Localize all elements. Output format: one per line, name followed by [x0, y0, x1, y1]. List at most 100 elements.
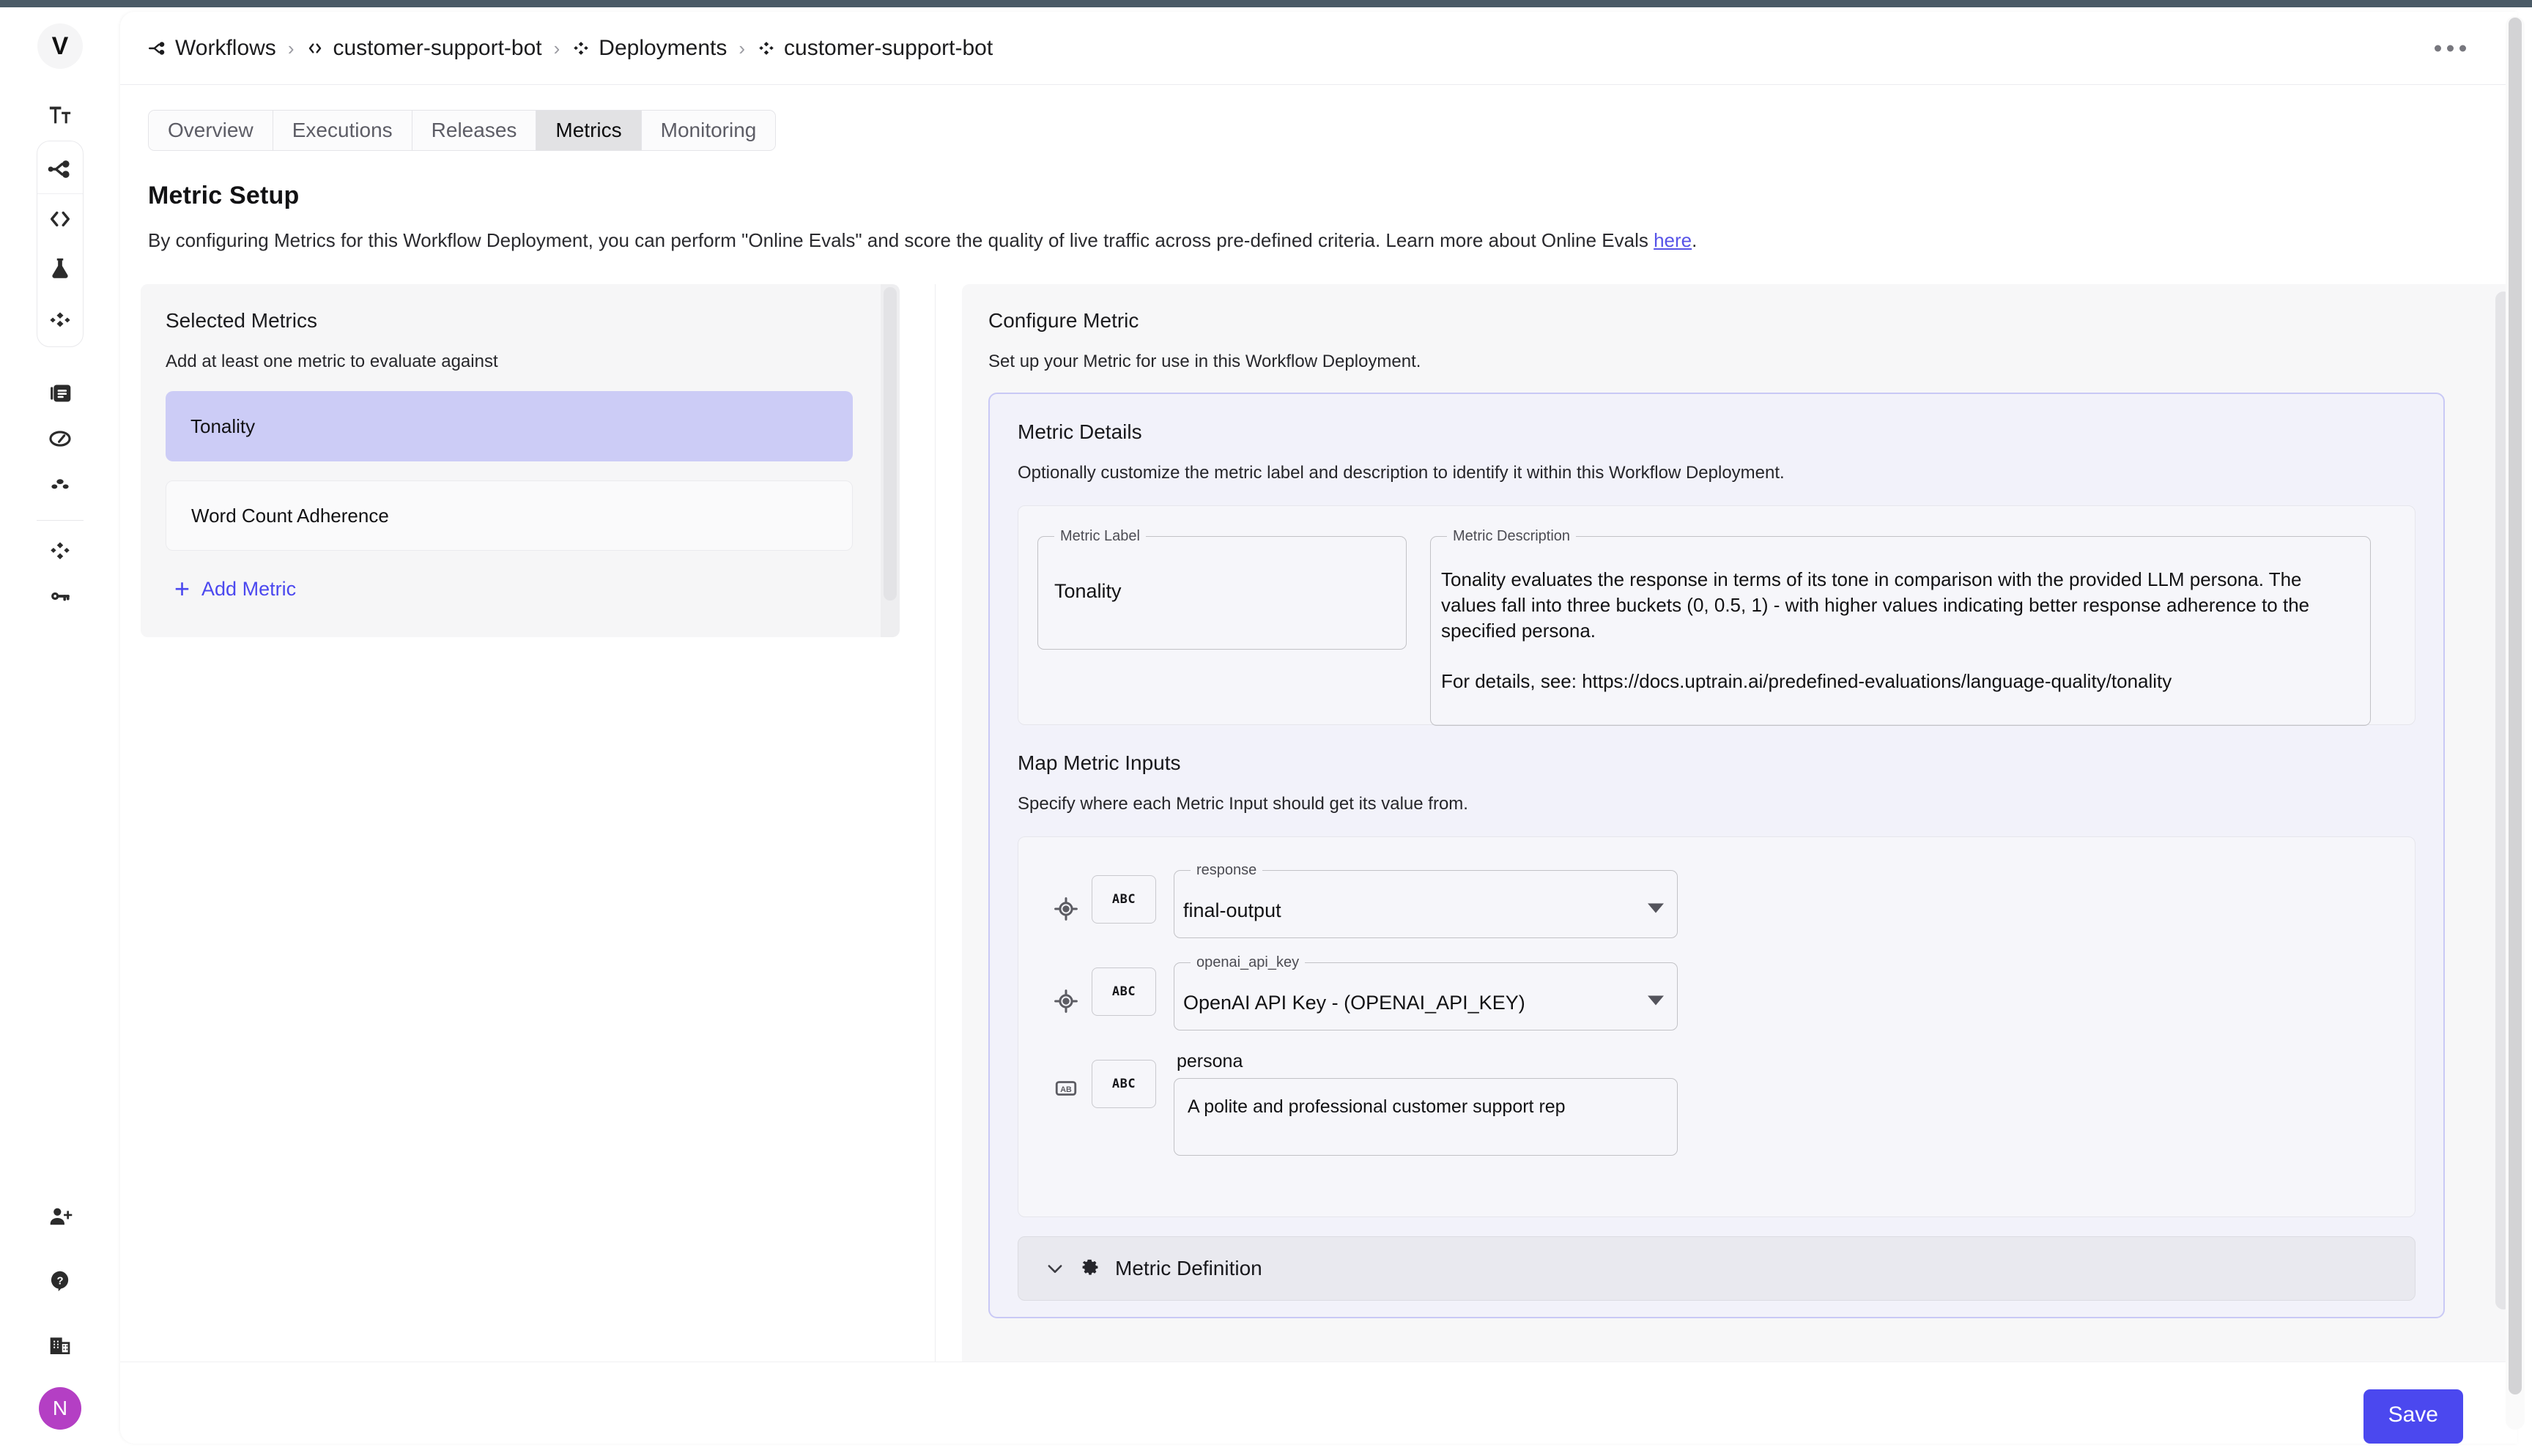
breadcrumb-separator: ›: [554, 39, 560, 58]
add-user-icon[interactable]: [37, 1194, 83, 1239]
selected-metrics-panel: Selected Metrics Add at least one metric…: [141, 284, 881, 637]
metric-list-item-tonality[interactable]: Tonality: [166, 391, 853, 461]
save-button[interactable]: Save: [2363, 1389, 2463, 1444]
page-scrollbar-thumb[interactable]: [2509, 18, 2522, 1394]
code-icon[interactable]: [37, 194, 83, 244]
selected-metrics-subtitle: Add at least one metric to evaluate agai…: [166, 352, 853, 372]
tab-monitoring[interactable]: Monitoring: [642, 111, 776, 150]
rail-workflow-group: [37, 141, 84, 347]
overflow-menu-icon[interactable]: [2435, 45, 2466, 51]
target-icon: [1040, 954, 1092, 1014]
breadcrumb-item-deployment-name[interactable]: customer-support-bot: [757, 36, 993, 61]
metric-details-section: Metric Details Optionally customize the …: [990, 394, 2443, 725]
online-evals-link[interactable]: here: [1654, 229, 1692, 251]
nodes-icon[interactable]: [37, 461, 83, 507]
configure-metric-subtitle: Set up your Metric for use in this Workf…: [988, 352, 2473, 372]
metric-details-card: Metric Label Tonality Metric Description…: [1018, 505, 2416, 725]
dot: [2447, 45, 2454, 51]
ab-icon: AB: [1040, 1047, 1092, 1101]
metric-label-legend: Metric Label: [1054, 528, 1146, 545]
deploy-icon[interactable]: [37, 528, 83, 573]
metric-details-title: Metric Details: [1018, 420, 2416, 444]
response-select[interactable]: response final-output: [1174, 862, 1678, 938]
openai-api-key-legend: openai_api_key: [1191, 954, 1305, 971]
openai-api-key-select[interactable]: openai_api_key OpenAI API Key - (OPENAI_…: [1174, 954, 1678, 1030]
organization-icon[interactable]: [37, 1323, 83, 1368]
input-type-badge: ABC: [1092, 967, 1156, 1016]
metric-description-value: Tonality evaluates the response in terms…: [1441, 567, 2357, 694]
page-description-text: By configuring Metrics for this Workflow…: [148, 229, 1654, 251]
selected-metrics-outer: Selected Metrics Add at least one metric…: [141, 284, 900, 637]
map-metric-inputs-section: Map Metric Inputs Specify where each Met…: [990, 725, 2443, 1217]
model-icon[interactable]: [37, 294, 83, 343]
dot: [2459, 45, 2466, 51]
chevron-down-icon: [1648, 904, 1664, 913]
selected-metrics-title: Selected Metrics: [166, 309, 853, 333]
metric-input-field-response: response final-output: [1174, 862, 1678, 938]
persona-textarea[interactable]: A polite and professional customer suppo…: [1174, 1078, 1678, 1156]
app-logo[interactable]: V: [37, 23, 83, 69]
breadcrumb-item-deployments[interactable]: Deployments: [571, 36, 727, 61]
target-icon: [1040, 862, 1092, 922]
selected-metrics-scrollbar[interactable]: [884, 287, 897, 601]
avatar[interactable]: N: [39, 1387, 81, 1430]
breadcrumb-item-workflows[interactable]: Workflows: [148, 36, 276, 61]
openai-api-key-value: OpenAI API Key - (OPENAI_API_KEY): [1183, 992, 1525, 1014]
add-metric-label: Add Metric: [201, 578, 296, 601]
response-legend: response: [1191, 862, 1262, 879]
breadcrumb-bar: Workflows › customer-support-bot ›: [120, 12, 2517, 85]
rail-divider: [37, 520, 84, 521]
window-title-strip: [0, 0, 2532, 7]
metric-definition-accordion[interactable]: Metric Definition: [1018, 1236, 2416, 1301]
configure-metric-title: Configure Metric: [988, 309, 2473, 333]
svg-text:?: ?: [56, 1275, 63, 1287]
metric-details-subtitle: Optionally customize the metric label an…: [1018, 463, 2416, 483]
flask-icon[interactable]: [37, 244, 83, 294]
tab-executions[interactable]: Executions: [273, 111, 412, 150]
rail-bottom-group: ? N: [0, 1194, 120, 1430]
breadcrumb-item-customer-support-bot[interactable]: customer-support-bot: [306, 36, 541, 61]
code-icon: [306, 39, 325, 58]
response-value: final-output: [1183, 899, 1281, 922]
selected-metrics-column: Selected Metrics Add at least one metric…: [120, 284, 935, 1444]
left-rail: V: [0, 7, 120, 1456]
page-description-suffix: .: [1692, 229, 1697, 251]
documents-icon[interactable]: [37, 371, 83, 416]
metric-config-box: Metric Details Optionally customize the …: [988, 393, 2445, 1318]
chevron-down-icon: [1648, 996, 1664, 1006]
page-scrollbar[interactable]: [2506, 16, 2525, 1430]
metric-inputs-card: ABC response final-output: [1018, 836, 2416, 1217]
metric-input-field-openai-api-key: openai_api_key OpenAI API Key - (OPENAI_…: [1174, 954, 1678, 1030]
help-icon[interactable]: ?: [37, 1258, 83, 1304]
breadcrumb-separator: ›: [288, 39, 295, 58]
metric-description-p2: For details, see: https://docs.uptrain.a…: [1441, 669, 2357, 694]
metric-list-item-word-count-adherence[interactable]: Word Count Adherence: [166, 480, 853, 551]
map-metric-inputs-title: Map Metric Inputs: [1018, 751, 2416, 775]
add-metric-button[interactable]: + Add Metric: [166, 576, 296, 602]
metric-item-label: Word Count Adherence: [191, 505, 389, 527]
tab-metrics[interactable]: Metrics: [536, 111, 641, 150]
tab-overview[interactable]: Overview: [149, 111, 273, 150]
metric-label-field[interactable]: Metric Label Tonality: [1037, 528, 1407, 650]
tab-releases[interactable]: Releases: [412, 111, 537, 150]
gear-icon: [1080, 1258, 1100, 1279]
metric-description-p1: Tonality evaluates the response in terms…: [1441, 567, 2357, 643]
page-description: By configuring Metrics for this Workflow…: [148, 229, 2517, 252]
breadcrumb-label: customer-support-bot: [333, 36, 541, 61]
dot: [2435, 45, 2441, 51]
gauge-icon[interactable]: [37, 416, 83, 461]
key-icon[interactable]: [37, 573, 83, 619]
configure-metric-panel: Configure Metric Set up your Metric for …: [962, 284, 2517, 1368]
metric-input-row-persona: AB ABC persona A polite and professional…: [1040, 1047, 2396, 1156]
metric-item-label: Tonality: [190, 415, 255, 438]
deploy-icon: [757, 39, 776, 58]
map-metric-inputs-subtitle: Specify where each Metric Input should g…: [1018, 794, 2416, 814]
deployment-tabs: Overview Executions Releases Metrics Mon…: [148, 110, 776, 151]
metric-description-field[interactable]: Metric Description Tonality evaluates th…: [1430, 528, 2371, 726]
input-type-badge: ABC: [1092, 1060, 1156, 1108]
main-card: Workflows › customer-support-bot ›: [120, 12, 2517, 1444]
input-type-badge: ABC: [1092, 875, 1156, 924]
breadcrumb: Workflows › customer-support-bot ›: [148, 36, 993, 61]
workflows-icon[interactable]: [37, 144, 83, 194]
text-icon[interactable]: [37, 92, 83, 138]
